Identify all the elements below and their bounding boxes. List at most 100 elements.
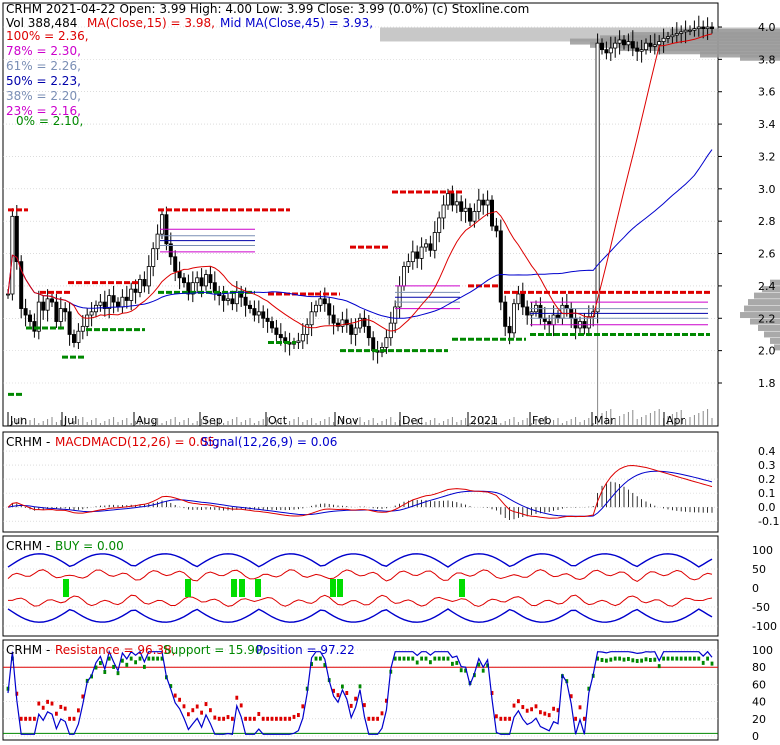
macd-y-tick-label: 0.0 [758,501,776,514]
position-mark [622,657,626,662]
position-mark [134,660,137,665]
price-x-tick-label: 2021 [470,414,498,427]
position-mark [19,716,23,721]
candle-body [657,41,662,46]
sr-y-tick-label: 40 [752,696,766,709]
candle-body [604,49,609,54]
buy-y-tick-label: -100 [752,620,777,633]
candle-body [274,327,279,335]
candle-body [525,306,530,316]
buy-signal-marker [337,579,343,597]
position-mark [380,711,384,716]
candle-body [322,298,327,305]
candle-body [247,304,252,309]
position-mark [200,710,203,715]
sr-title-dash: - [46,643,50,657]
candle-body [463,207,468,212]
price-y-tick-label: 1.8 [758,377,776,390]
price-y-tick-label: 3.0 [758,183,776,196]
candle-body [401,266,406,287]
candle-body [454,201,459,206]
price-x-tick-label: Oct [268,414,288,427]
candle-body [256,311,261,316]
position-mark [222,716,225,721]
candle-body [89,311,94,316]
candle-body [406,261,411,267]
buy-y-tick-label: 50 [752,563,766,576]
buy-signal-marker [239,579,245,597]
fib-label-50: 50% = 2.23, [6,74,81,88]
position-mark [28,716,32,721]
candle-body [72,334,77,343]
candle-body [432,232,437,251]
position-mark [68,716,71,721]
candle-body [551,314,556,326]
candle-body [203,274,208,287]
candle-body [415,251,420,259]
price-y-tick-label: 2.0 [758,345,776,358]
candle-body [146,266,151,287]
candle-body [384,337,389,348]
position-mark [46,699,49,704]
price-x-tick-label: Nov [337,414,359,427]
candle-body [507,325,512,334]
candle-body [419,246,424,259]
price-panel-frame [2,2,719,427]
buy-y-tick-label: 100 [752,544,773,557]
macd-y-tick-label: 0.4 [758,445,776,458]
volume-profile-bar [748,299,780,306]
candle-body [41,301,46,311]
price-y-tick-label: 3.2 [758,150,776,163]
position-mark [182,704,186,709]
position-mark [534,704,538,709]
position-mark [275,716,278,721]
position-mark [459,668,463,673]
candle-body [58,308,63,322]
candle-body [705,26,710,30]
price-y-tick-label: 3.6 [758,86,776,99]
candle-body [371,337,376,352]
position-mark [345,691,349,695]
sr-y-tick-label: 80 [752,661,766,674]
volume-profile-bar [770,337,780,344]
position-mark [24,716,27,721]
position-mark [112,664,115,669]
candle-body [608,47,613,54]
candle-body [701,26,706,30]
candle-body [116,301,121,308]
candle-body [437,217,442,233]
candle-body [85,314,90,327]
candle-body [199,277,204,287]
candle-body [661,37,666,42]
position-mark [512,703,516,708]
candle-body [600,42,605,51]
buy-signal-marker [255,579,261,597]
position-mark [640,658,643,663]
macd-y-tick-label: 0.1 [758,487,776,500]
position-mark [574,716,577,721]
candle-body [349,324,354,335]
candle-body [512,303,517,334]
candle-body [265,317,270,322]
candle-body [683,29,688,33]
price-x-tick-label: Aug [136,414,157,427]
position-mark [270,716,274,721]
sr-title-pos: Position = 97.22 [256,643,355,657]
header-ma45: Mid MA(Close,45) = 3.93, [220,16,373,30]
position-mark [72,716,76,721]
fib-label-78: 78% = 2.30, [6,44,81,58]
price-y-tick-label: 2.2 [758,312,776,325]
candle-body [644,42,649,51]
candle-body [225,298,230,301]
candle-body [296,340,301,343]
macd-y-tick-label: 0.2 [758,473,776,486]
position-mark [217,716,221,721]
price-y-tick-label: 3.4 [758,118,776,131]
position-mark [59,704,63,709]
candle-body [595,42,600,313]
candle-body [485,199,490,206]
position-mark [547,713,551,718]
buy-y-tick-label: 0 [752,582,759,595]
position-mark [301,704,305,709]
candle-body [410,251,415,263]
